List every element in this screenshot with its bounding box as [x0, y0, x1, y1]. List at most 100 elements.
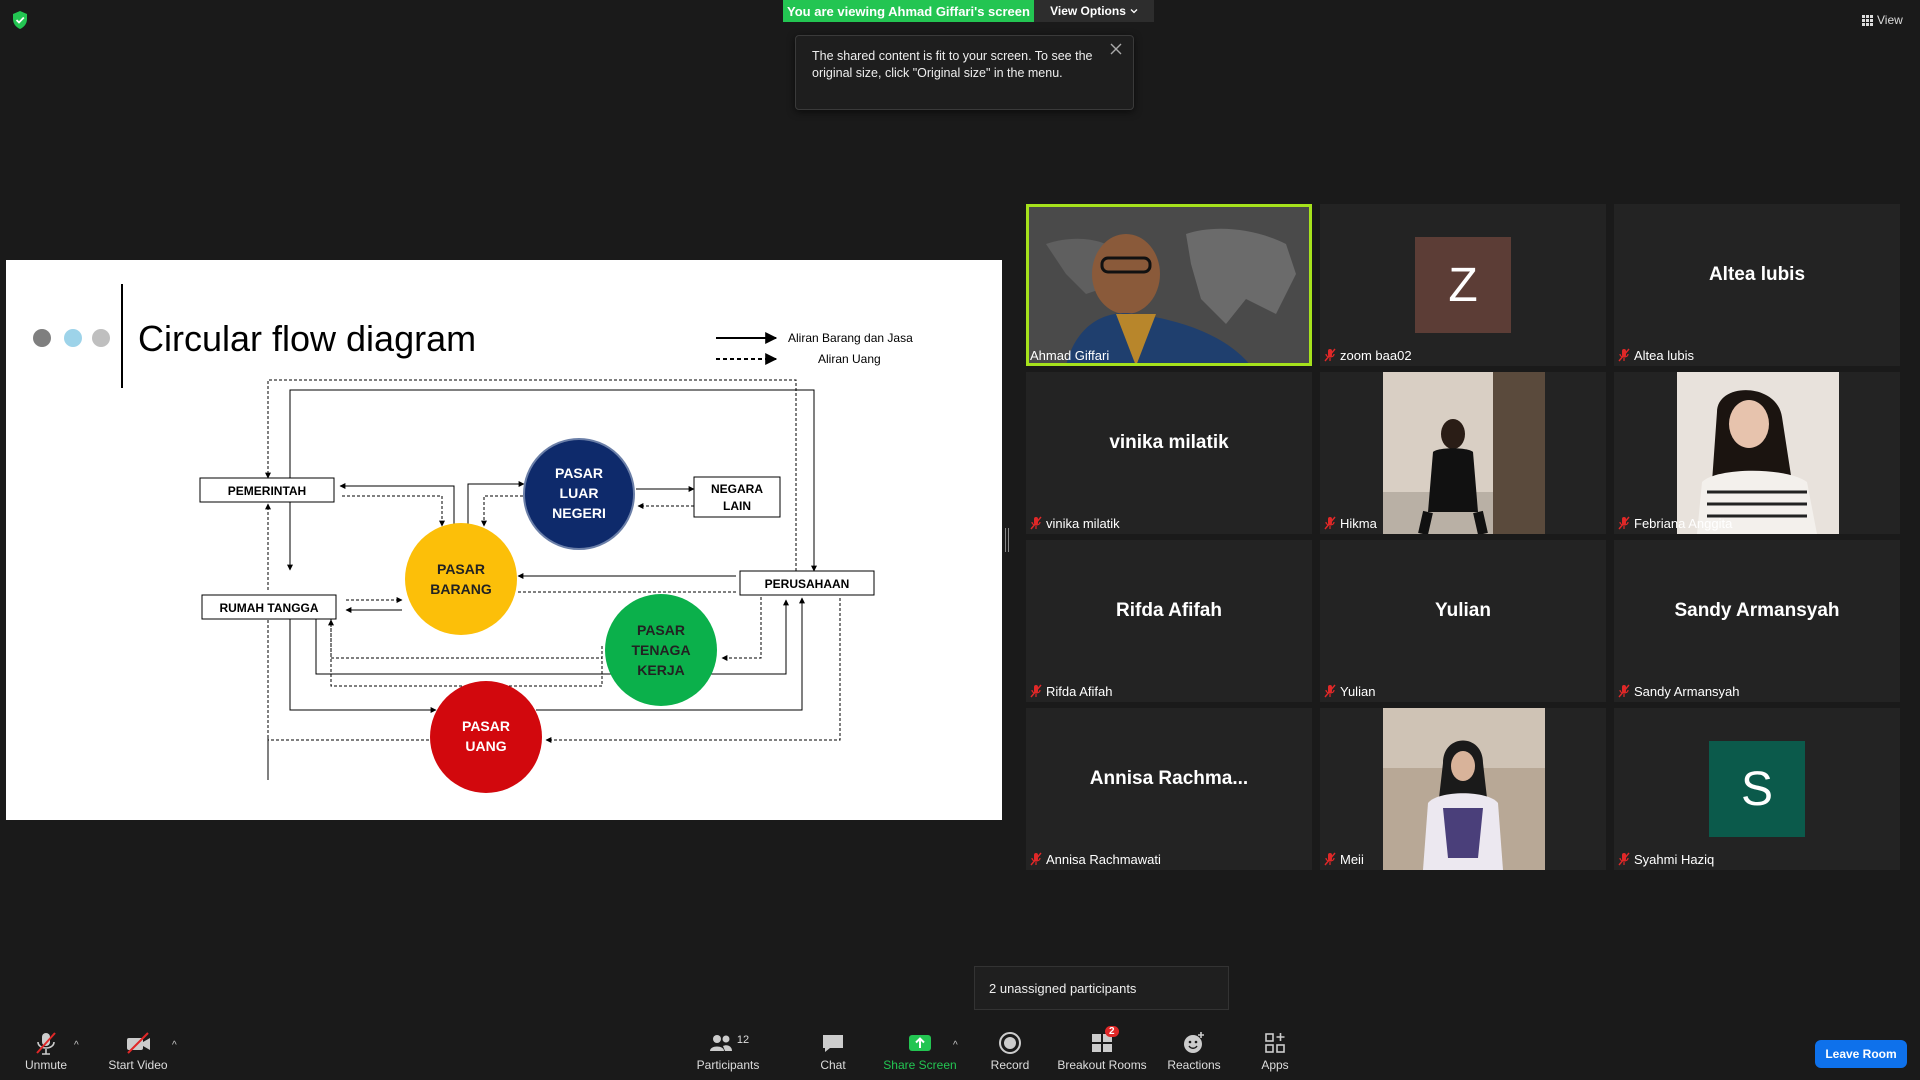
muted-mic-icon: [1324, 348, 1336, 362]
share-options-chevron-icon[interactable]: ^: [953, 1040, 958, 1051]
participant-name-label: Altea lubis: [1618, 346, 1694, 364]
participant-tile[interactable]: Sandy Armansyah Sandy Armansyah: [1614, 540, 1900, 702]
svg-text:RUMAH TANGGA: RUMAH TANGGA: [219, 601, 318, 615]
chevron-down-icon: [1130, 9, 1138, 14]
circle-pasar-uang: PASAR UANG: [430, 681, 542, 793]
share-screen-button[interactable]: Share Screen: [880, 1030, 960, 1076]
circle-pasar-barang: PASAR BARANG: [405, 523, 517, 635]
participant-name-label: zoom baa02: [1324, 346, 1412, 364]
participant-name-label: Sandy Armansyah: [1618, 682, 1740, 700]
participant-name-label: Syahmi Haziq: [1618, 850, 1714, 868]
muted-microphone-icon: [36, 1032, 56, 1055]
breakout-rooms-button[interactable]: 2 Breakout Rooms: [1056, 1026, 1148, 1076]
circle-pasar-tenaga-kerja: PASAR TENAGA KERJA: [605, 594, 717, 706]
chat-button[interactable]: Chat: [808, 1030, 858, 1076]
participant-tile[interactable]: Annisa Rachma... Annisa Rachmawati: [1026, 708, 1312, 870]
muted-mic-icon: [1030, 684, 1042, 698]
circle-pasar-luar-negeri: PASAR LUAR NEGERI: [523, 438, 635, 550]
participant-display-name: Rifda Afifah: [1116, 600, 1222, 621]
circular-flow-diagram: Circular flow diagram Aliran Barang dan …: [33, 284, 913, 793]
close-icon[interactable]: [1109, 42, 1123, 56]
participants-button[interactable]: 12 Participants: [690, 1030, 766, 1076]
start-video-label: Start Video: [108, 1058, 168, 1072]
security-shield-icon[interactable]: [10, 10, 30, 30]
breakout-rooms-label: Breakout Rooms: [1057, 1058, 1147, 1072]
svg-text:NEGERI: NEGERI: [552, 505, 606, 521]
participant-video: [1383, 372, 1545, 534]
svg-text:PASAR: PASAR: [462, 718, 510, 734]
svg-text:LUAR: LUAR: [560, 485, 599, 501]
tooltip-line-2: original size, click "Original size" in …: [812, 66, 1063, 80]
participant-tile[interactable]: Yulian Yulian: [1320, 540, 1606, 702]
breakout-badge: 2: [1105, 1026, 1119, 1037]
tooltip-line-1: The shared content is fit to your screen…: [812, 49, 1093, 63]
participant-video: [1677, 372, 1839, 534]
audio-options-chevron-icon[interactable]: ^: [74, 1040, 79, 1051]
participant-name-label: Yulian: [1324, 682, 1375, 700]
view-options-button[interactable]: View Options: [1034, 0, 1154, 22]
avatar: S: [1709, 741, 1805, 837]
svg-text:BARANG: BARANG: [430, 581, 492, 597]
box-rumah-tangga: RUMAH TANGGA: [201, 594, 337, 620]
unassigned-participants-toast[interactable]: 2 unassigned participants: [974, 966, 1229, 1010]
participant-name-label: Hikma: [1324, 514, 1377, 532]
participant-tile[interactable]: Febriana Anggita: [1614, 372, 1900, 534]
apps-label: Apps: [1261, 1058, 1289, 1072]
title-dot-gray: [33, 329, 51, 347]
participant-name-label: Annisa Rachmawati: [1030, 850, 1161, 868]
muted-mic-icon: [1324, 852, 1336, 866]
participants-label: Participants: [696, 1058, 760, 1072]
participant-tile[interactable]: Hikma: [1320, 372, 1606, 534]
svg-text:TENAGA: TENAGA: [631, 642, 690, 658]
participant-tile[interactable]: Rifda Afifah Rifda Afifah: [1026, 540, 1312, 702]
participant-tile[interactable]: vinika milatik vinika milatik: [1026, 372, 1312, 534]
participant-display-name: Yulian: [1435, 600, 1491, 621]
muted-mic-icon: [1618, 516, 1630, 530]
title-dot-blue: [64, 329, 82, 347]
svg-text:NEGARA: NEGARA: [711, 482, 763, 496]
muted-mic-icon: [1618, 348, 1630, 362]
participant-tile[interactable]: S Syahmi Haziq: [1614, 708, 1900, 870]
reactions-icon: [1184, 1032, 1204, 1053]
svg-text:KERJA: KERJA: [637, 662, 684, 678]
svg-text:PERUSAHAAN: PERUSAHAAN: [765, 577, 850, 591]
video-options-chevron-icon[interactable]: ^: [172, 1040, 177, 1051]
start-video-button[interactable]: Start Video: [102, 1030, 174, 1076]
reactions-button[interactable]: Reactions: [1164, 1030, 1224, 1076]
participant-tile[interactable]: Z zoom baa02: [1320, 204, 1606, 366]
view-button[interactable]: View: [1862, 10, 1910, 30]
participant-name-label: Ahmad Giffari: [1030, 347, 1110, 363]
apps-button[interactable]: Apps: [1255, 1030, 1295, 1076]
participant-tile[interactable]: Meii: [1320, 708, 1606, 870]
participant-name-label: Meii: [1324, 850, 1364, 868]
participant-tile[interactable]: Altea lubis Altea lubis: [1614, 204, 1900, 366]
split-divider-handle[interactable]: [1004, 528, 1010, 552]
leave-room-button[interactable]: Leave Room: [1815, 1040, 1907, 1068]
record-label: Record: [990, 1058, 1030, 1072]
grid-icon: [1862, 14, 1873, 26]
participant-display-name: vinika milatik: [1109, 432, 1229, 453]
box-perusahaan: PERUSAHAAN: [739, 570, 875, 596]
svg-text:PASAR: PASAR: [637, 622, 685, 638]
screen-share-banner: You are viewing Ahmad Giffari's screen: [783, 0, 1034, 22]
avatar: Z: [1415, 237, 1511, 333]
participant-name-label: vinika milatik: [1030, 514, 1120, 532]
participant-display-name: Altea lubis: [1708, 264, 1806, 285]
chat-icon: [823, 1035, 843, 1052]
participant-video: [1383, 708, 1545, 870]
unmute-button[interactable]: Unmute: [18, 1030, 74, 1076]
reactions-label: Reactions: [1167, 1058, 1221, 1072]
view-options-label: View Options: [1050, 4, 1126, 18]
participant-name-label: Febriana Anggita: [1618, 514, 1732, 532]
box-negara-lain: NEGARA LAIN: [693, 476, 781, 518]
tooltip-text: The shared content is fit to your screen…: [812, 48, 1112, 82]
slide-title: Circular flow diagram: [138, 318, 476, 359]
box-pemerintah: PEMERINTAH: [199, 477, 335, 503]
participant-display-name: Annisa Rachma...: [1089, 768, 1249, 789]
meeting-toolbar: [0, 1020, 1920, 1080]
unmute-label: Unmute: [24, 1058, 68, 1072]
participant-tile-active-speaker[interactable]: Ahmad Giffari: [1026, 204, 1312, 366]
apps-icon: [1265, 1033, 1285, 1053]
record-button[interactable]: Record: [980, 1030, 1040, 1076]
muted-mic-icon: [1324, 684, 1336, 698]
